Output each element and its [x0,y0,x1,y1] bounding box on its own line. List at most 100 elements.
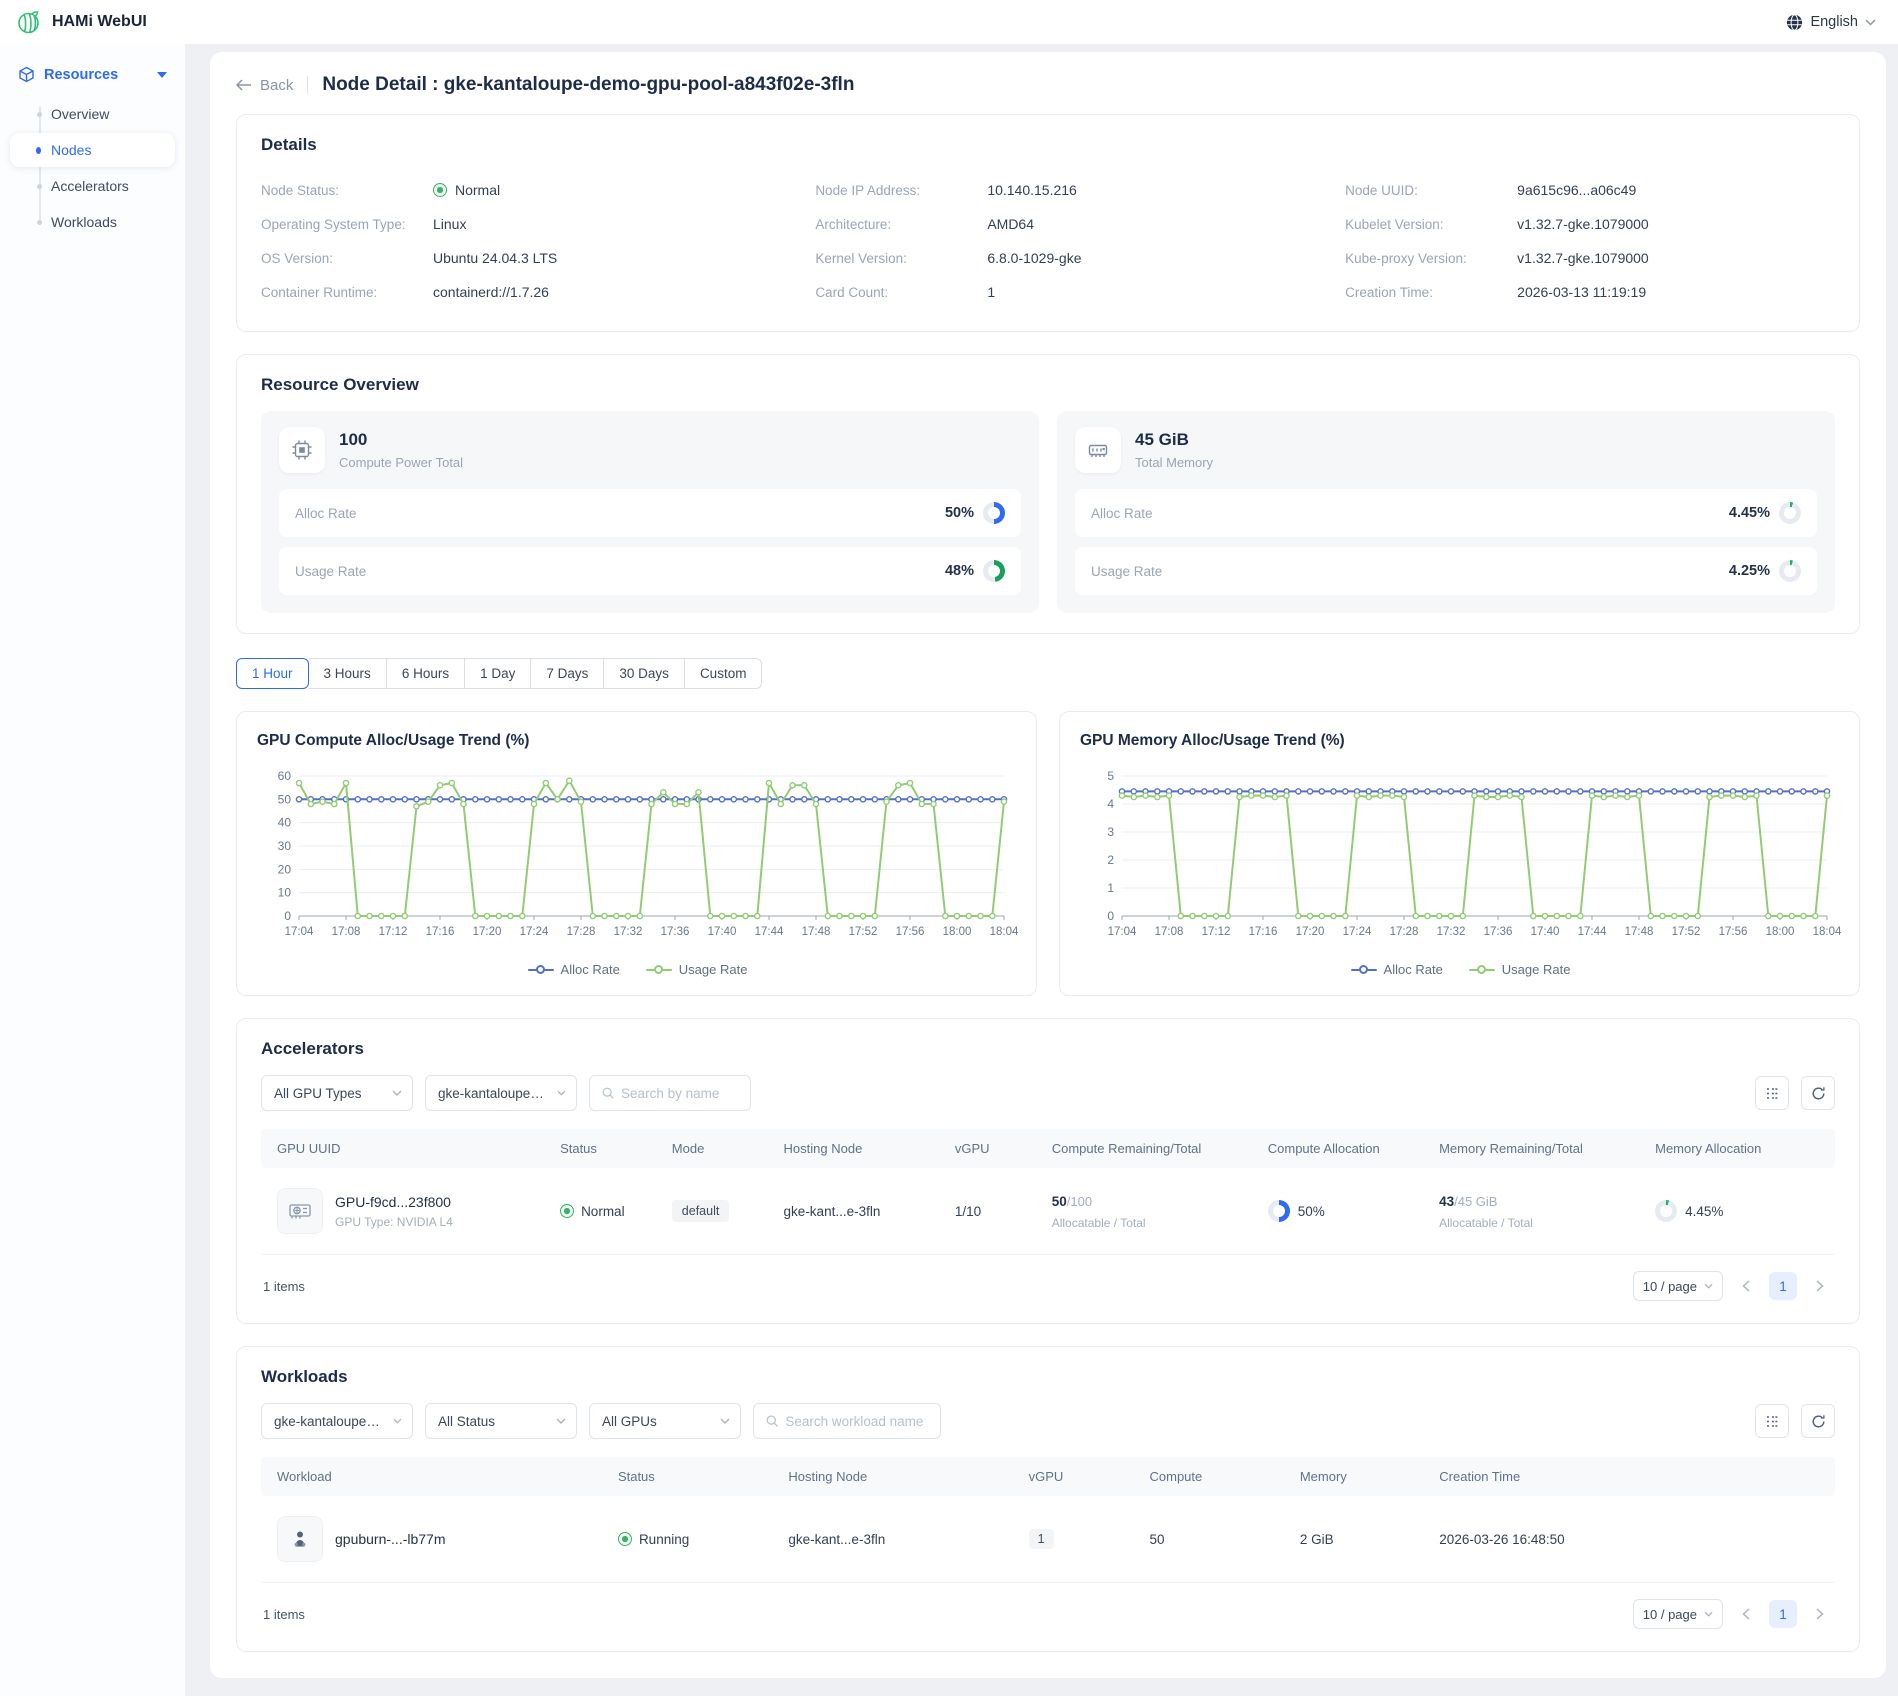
svg-text:2: 2 [1107,853,1114,867]
chevron-down-icon [556,1418,566,1424]
next-page-button[interactable] [1807,1601,1833,1627]
legend-item[interactable]: Usage Rate [1469,962,1571,977]
detail-label: Card Count: [815,285,987,300]
language-selector[interactable]: English [1786,14,1876,31]
refresh-button[interactable] [1801,1076,1835,1110]
sidebar-item-resources[interactable]: Resources [10,58,175,91]
legend-label: Alloc Rate [561,962,620,977]
detail-value: v1.32.7-gke.1079000 [1517,216,1649,232]
total-memory-value: 45 GiB [1135,430,1213,450]
gpu-memory-trend-chart: 01234517:0417:0817:1217:1617:2017:2417:2… [1080,764,1841,956]
accelerator-search-input[interactable] [621,1086,738,1101]
time-range-button-30-days[interactable]: 30 Days [604,658,685,689]
time-range-button-6-hours[interactable]: 6 Hours [387,658,465,689]
svg-text:17:40: 17:40 [1531,926,1560,938]
memory-alloc-donut [1779,502,1801,524]
column-settings-button[interactable] [1755,1404,1789,1438]
total-memory-label: Total Memory [1135,455,1213,470]
workload-hosting-node: gke-kant...e-3fln [788,1532,1028,1547]
time-range-button-custom[interactable]: Custom [685,658,763,689]
memory-allocation-donut [1655,1200,1677,1222]
gpu-type-select[interactable]: All GPU Types [261,1075,413,1111]
back-button[interactable]: Back [236,77,293,94]
prev-page-button[interactable] [1733,1601,1759,1627]
time-range-button-7-days[interactable]: 7 Days [531,658,604,689]
prev-page-button[interactable] [1733,1273,1759,1299]
status-normal-icon [560,1204,574,1218]
legend-item[interactable]: Usage Rate [646,962,748,977]
detail-label: Node Status: [261,183,433,198]
legend-item[interactable]: Alloc Rate [1351,962,1443,977]
gpu-compute-trend-card: GPU Compute Alloc/Usage Trend (%) 010203… [236,711,1037,996]
cube-icon [18,66,35,83]
column-settings-button[interactable] [1755,1076,1789,1110]
workload-compute: 50 [1150,1532,1300,1547]
node-select[interactable]: gke-kantaloupe-de... [425,1075,577,1111]
accelerators-column-header: Mode [672,1141,784,1156]
column-settings-icon [1765,1086,1780,1101]
sidebar-item-overview[interactable]: Overview [10,97,175,131]
details-section: Details Node Status:NormalOperating Syst… [236,114,1860,332]
sidebar-item-workloads[interactable]: Workloads [10,205,175,239]
workload-gpus-select[interactable]: All GPUs [589,1403,741,1439]
chevron-down-icon [1865,19,1876,26]
svg-text:0: 0 [284,909,291,923]
workload-search-input[interactable] [785,1414,928,1429]
memory-usage-rate-value: 4.25% [1729,563,1770,579]
page-number[interactable]: 1 [1769,1272,1797,1300]
main-content: Back Node Detail : gke-kantaloupe-demo-g… [186,44,1898,1696]
accelerator-search[interactable] [589,1075,751,1111]
svg-text:10: 10 [278,886,292,900]
detail-label: Architecture: [815,217,987,232]
search-icon [602,1086,614,1100]
sidebar-item-label: Workloads [51,214,117,230]
caret-down-icon [157,72,167,78]
detail-item: Operating System Type:Linux [261,209,775,239]
detail-label: Operating System Type: [261,217,433,232]
accelerator-row[interactable]: GPU-f9cd...23f800 GPU Type: NVIDIA L4 No… [261,1168,1835,1255]
refresh-button[interactable] [1801,1404,1835,1438]
workload-node-select[interactable]: gke-kantaloupe-de... [261,1403,413,1439]
svg-text:17:52: 17:52 [1672,926,1701,938]
sidebar-item-accelerators[interactable]: Accelerators [10,169,175,203]
workload-status-select[interactable]: All Status [425,1403,577,1439]
detail-value: 9a615c96...a06c49 [1517,182,1636,198]
detail-value: containerd://1.7.26 [433,284,549,300]
items-count: 1 items [263,1607,1633,1622]
memory-usage-donut [1779,560,1801,582]
workload-search[interactable] [753,1403,941,1439]
legend-item[interactable]: Alloc Rate [528,962,620,977]
page-size-select[interactable]: 10 / page [1633,1599,1723,1629]
column-settings-icon [1765,1414,1780,1429]
chip-icon [279,427,325,473]
time-range-button-3-hours[interactable]: 3 Hours [309,658,387,689]
legend-marker-icon [1351,965,1377,975]
memory-icon [1075,427,1121,473]
time-range-button-1-day[interactable]: 1 Day [465,658,531,689]
resource-overview-title: Resource Overview [261,375,1835,395]
svg-text:4: 4 [1107,797,1114,811]
workload-row[interactable]: gpuburn-...-lb77m Running gke-kant...e-3… [261,1496,1835,1583]
svg-text:17:56: 17:56 [896,926,925,938]
svg-text:30: 30 [278,839,292,853]
chevron-down-icon [1704,1283,1713,1289]
page-number[interactable]: 1 [1769,1600,1797,1628]
page-size-select[interactable]: 10 / page [1633,1271,1723,1301]
svg-text:17:20: 17:20 [1296,926,1325,938]
sidebar-item-label: Overview [51,106,109,122]
globe-icon [1786,14,1803,31]
svg-text:17:32: 17:32 [614,926,643,938]
next-page-button[interactable] [1807,1273,1833,1299]
svg-text:17:48: 17:48 [1625,926,1654,938]
memory-remaining-total: 43/45 GiB Allocatable / Total [1439,1193,1655,1230]
search-icon [766,1414,778,1428]
workloads-column-header: Hosting Node [788,1469,1028,1484]
svg-text:17:16: 17:16 [426,926,455,938]
time-range-button-1-hour[interactable]: 1 Hour [236,658,309,689]
legend-label: Usage Rate [679,962,748,977]
svg-text:17:32: 17:32 [1437,926,1466,938]
detail-label: OS Version: [261,251,433,266]
workload-icon [277,1516,323,1562]
workload-creation-time: 2026-03-26 16:48:50 [1439,1532,1819,1547]
sidebar-item-nodes[interactable]: Nodes [10,133,175,167]
